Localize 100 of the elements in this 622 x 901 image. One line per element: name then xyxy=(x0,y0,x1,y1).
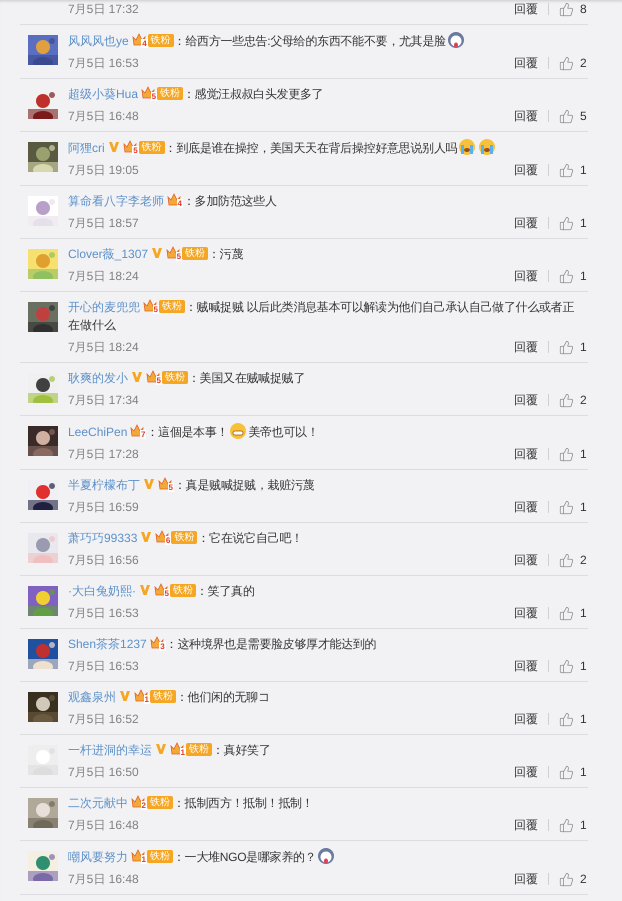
like-count: 1 xyxy=(580,658,588,675)
reply-link[interactable]: 回覆 xyxy=(514,54,538,72)
comment-text: ：给西方一些忠告:父母给的东西不能不要，尤其是脸 xyxy=(174,34,446,48)
comment-time: 7月5日 19:05 xyxy=(68,162,139,179)
comment-time: 7月5日 16:52 xyxy=(68,711,139,728)
comment-text: ：多加防范这些人 xyxy=(183,194,277,208)
comment-text: ：真好笑了 xyxy=(212,743,271,757)
reply-link[interactable]: 回覆 xyxy=(514,107,538,125)
fan-label: 铁粉 xyxy=(162,370,188,384)
like-icon[interactable] xyxy=(559,446,574,462)
reply-link[interactable]: 回覆 xyxy=(514,657,538,675)
fan-label: 铁粉 xyxy=(170,584,196,596)
comment-time: 7月5日 16:53 xyxy=(68,658,139,675)
comment-time: 7月5日 16:48 xyxy=(68,817,139,834)
like-icon[interactable] xyxy=(559,108,574,124)
like-count: 1 xyxy=(580,339,588,356)
emoji-icon xyxy=(317,847,336,865)
fan-label: 铁粉 xyxy=(150,690,176,702)
reply-link[interactable]: 回覆 xyxy=(514,710,538,728)
comment-time: 7月5日 16:59 xyxy=(68,499,139,516)
like-icon[interactable] xyxy=(559,606,574,620)
reply-link[interactable]: 回覆 xyxy=(514,604,538,622)
comment-text: ：这种境界也是需要脸皮够厚才能达到的 xyxy=(166,637,376,651)
like-icon[interactable] xyxy=(559,268,574,284)
like-icon[interactable] xyxy=(559,658,574,674)
fan-label: 铁粉 xyxy=(138,140,165,154)
reply-link[interactable]: 回覆 xyxy=(514,763,538,781)
comment-text: ：感觉汪叔叔白头发更多了 xyxy=(183,87,324,101)
comment-time: 7月5日 16:50 xyxy=(68,764,139,781)
comment-text: ：美国又在贼喊捉贼了 xyxy=(188,371,306,385)
like-count: 1 xyxy=(580,215,588,232)
like-count: 2 xyxy=(580,871,588,888)
reply-link[interactable]: 回覆 xyxy=(514,0,538,18)
reply-link[interactable]: 回覆 xyxy=(514,498,538,516)
reply-link[interactable]: 回覆 xyxy=(514,870,538,888)
level-number: 5 xyxy=(132,146,139,155)
like-count: 2 xyxy=(580,392,588,409)
like-icon[interactable] xyxy=(559,216,574,230)
like-count: 1 xyxy=(580,817,588,834)
like-count: 1 xyxy=(580,268,588,285)
fan-label: 铁粉 xyxy=(147,850,173,862)
like-count: 1 xyxy=(580,162,588,179)
like-icon[interactable] xyxy=(559,872,574,886)
reply-link[interactable]: 回覆 xyxy=(514,161,538,179)
comment-text: ：到底是谁在操控，美国天天在背后操控好意思说别人吗 xyxy=(164,141,458,155)
like-icon[interactable] xyxy=(559,56,574,70)
comment-time: 7月5日 17:32 xyxy=(68,1,139,18)
like-count: 1 xyxy=(580,499,588,516)
like-icon[interactable] xyxy=(559,712,574,726)
emoji-icon xyxy=(458,138,476,156)
like-count: 8 xyxy=(580,1,588,18)
reply-link[interactable]: 回覆 xyxy=(514,214,538,232)
level-number: 3 xyxy=(159,642,166,651)
like-count: 1 xyxy=(580,446,588,463)
comment-text: ：一大堆NGO是哪家养的？ xyxy=(173,850,316,864)
comment-text: ：贼喊捉贼 以后此类消息基本可以解读为他们自己承认自己做了什么或者正 xyxy=(185,300,574,314)
like-icon[interactable] xyxy=(559,818,574,832)
comment-time: 7月5日 17:28 xyxy=(68,446,139,463)
comment-text: ：真是贼喊捉贼，栽赃污蔑 xyxy=(174,478,314,492)
reply-link[interactable]: 回覆 xyxy=(514,267,538,285)
like-icon[interactable] xyxy=(559,340,574,354)
reply-link[interactable]: 回覆 xyxy=(514,391,538,409)
like-icon[interactable] xyxy=(559,392,574,408)
comment-text: ：笑了真的 xyxy=(196,584,255,598)
like-count: 2 xyxy=(580,55,588,72)
comment-time: 7月5日 18:57 xyxy=(68,215,139,232)
like-icon[interactable] xyxy=(559,764,574,780)
reply-link[interactable]: 回覆 xyxy=(514,551,538,569)
fan-label: 铁粉 xyxy=(182,246,208,260)
comment-time: 7月5日 16:48 xyxy=(68,871,139,888)
comment-text: ：抵制西方！抵制！抵制！ xyxy=(173,796,314,810)
fan-label: 铁粉 xyxy=(147,796,173,808)
like-icon[interactable] xyxy=(559,500,574,514)
level-number: 4 xyxy=(141,39,148,48)
like-count: 5 xyxy=(580,108,588,125)
comment-text: 在做什么 xyxy=(68,317,117,334)
fan-label: 铁粉 xyxy=(148,34,174,46)
like-icon[interactable] xyxy=(559,552,574,568)
comment-text: ：污蔑 xyxy=(208,247,244,261)
like-count: 2 xyxy=(580,552,588,569)
comment-time: 7月5日 16:53 xyxy=(68,55,139,72)
emoji-icon xyxy=(229,422,248,440)
comment-time: 7月5日 18:24 xyxy=(68,339,139,356)
reply-link[interactable]: 回覆 xyxy=(514,816,538,834)
emoji-icon xyxy=(446,31,465,49)
fan-label: 铁粉 xyxy=(171,530,198,544)
fan-label: 铁粉 xyxy=(159,300,185,312)
comment-time: 7月5日 18:24 xyxy=(68,268,139,285)
like-icon[interactable] xyxy=(559,2,574,16)
comment-text: ：他们闲的无聊コ xyxy=(176,690,270,704)
reply-link[interactable]: 回覆 xyxy=(514,338,538,356)
comment-time: 7月5日 16:53 xyxy=(68,605,139,622)
like-icon[interactable] xyxy=(559,162,574,178)
comment-time: 7月5日 17:34 xyxy=(68,392,139,409)
comment-text: ：這個是本事！ xyxy=(146,425,228,439)
reply-link[interactable]: 回覆 xyxy=(514,445,538,463)
like-count: 1 xyxy=(580,605,588,622)
comment-text: 美帝也可以！ xyxy=(248,425,318,439)
like-count: 1 xyxy=(580,711,588,728)
comment-time: 7月5日 16:56 xyxy=(68,552,139,569)
